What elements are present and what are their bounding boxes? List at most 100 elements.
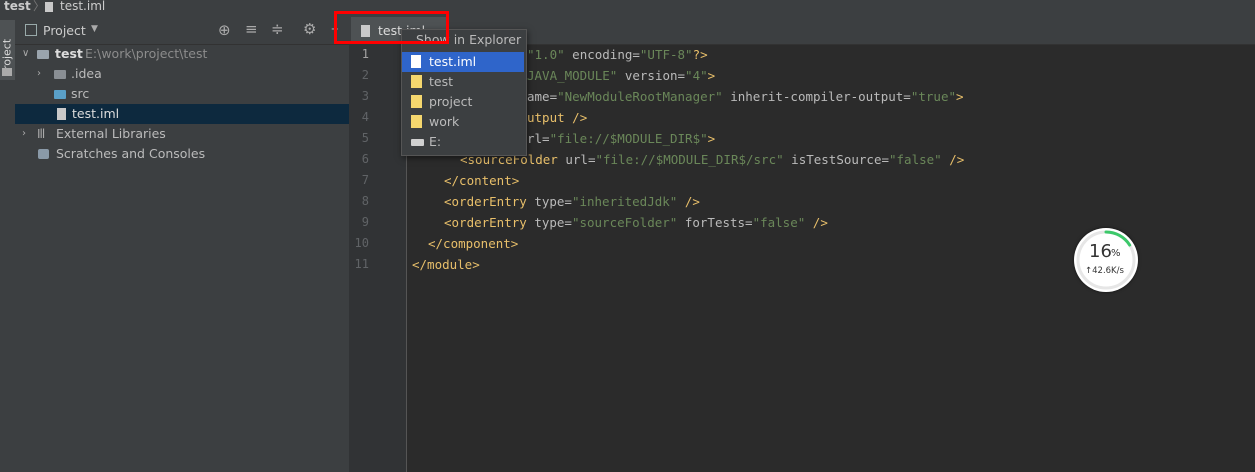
tree-row-scratches[interactable]: Scratches and Consoles (15, 144, 349, 164)
usage-percent: 16 (1089, 241, 1112, 262)
chevron-right-icon[interactable]: › (22, 124, 26, 144)
code-token: "true" (910, 89, 956, 104)
breadcrumb-separator: 〉 (33, 0, 46, 13)
folder-icon (54, 70, 66, 79)
upload-speed: ↑42.6K/s (1085, 266, 1124, 276)
line-number: 2 (361, 68, 369, 82)
line-number: 7 (361, 173, 369, 187)
scratches-icon (38, 149, 49, 159)
folder-icon (411, 95, 422, 108)
code-token: version= (617, 68, 686, 83)
tree-item-label: test (55, 46, 83, 61)
code-token: rl= (527, 131, 550, 146)
popup-item-label: E: (429, 134, 442, 149)
code-token: > (956, 89, 964, 104)
tree-item-path: E:\work\project\test (85, 46, 208, 61)
code-token: "UTF-8" (639, 47, 693, 62)
popup-item-test[interactable]: test (402, 72, 524, 92)
line-number: 9 (361, 215, 369, 229)
line-number: 3 (361, 89, 369, 103)
breadcrumb-file[interactable]: test.iml (60, 0, 105, 13)
code-line-9[interactable]: <orderEntry type="sourceFolder" forTests… (444, 212, 828, 233)
popup-item-label: test (429, 74, 454, 89)
code-token: <orderEntry (444, 194, 527, 209)
code-line-7[interactable]: </content> (444, 170, 519, 191)
code-token: "4" (685, 68, 708, 83)
popup-item-project[interactable]: project (402, 92, 524, 112)
locate-icon[interactable]: ⊕ (218, 21, 231, 39)
line-number: 1 (361, 47, 369, 61)
code-token: /> (564, 110, 588, 125)
code-line-1[interactable]: "1.0" encoding="UTF-8"?> (527, 44, 708, 65)
code-token: url= (557, 152, 596, 167)
code-token: "inheritedJdk" (571, 194, 678, 209)
code-line-4[interactable]: utput /> (527, 107, 587, 128)
popup-item-drive-e[interactable]: E: (402, 132, 524, 152)
code-line-8[interactable]: <orderEntry type="inheritedJdk" /> (444, 191, 700, 212)
code-line-3[interactable]: ame="NewModuleRootManager" inherit-compi… (527, 86, 964, 107)
tree-row-src[interactable]: src (15, 84, 349, 104)
popup-item-label: work (429, 114, 460, 129)
code-token: isTestSource= (783, 152, 889, 167)
percent-sign: % (1111, 248, 1121, 259)
tool-window-stripe: Project (0, 16, 16, 472)
tree-item-label: test.iml (72, 106, 120, 121)
line-number: 5 (361, 131, 369, 145)
iml-file-icon (57, 108, 66, 120)
tree-row-test-iml[interactable]: test.iml (15, 104, 349, 124)
libraries-icon: Ill (37, 127, 45, 141)
code-token: <orderEntry (444, 215, 527, 230)
tree-item-label: .idea (71, 66, 102, 81)
code-token: "false" (889, 152, 942, 167)
project-panel-title[interactable]: Project (43, 23, 86, 38)
breadcrumb-project[interactable]: test (4, 0, 31, 13)
tree-item-label: Scratches and Consoles (56, 146, 206, 161)
popup-item-work[interactable]: work (402, 112, 524, 132)
code-token: "false" (752, 215, 806, 230)
code-line-10[interactable]: </component> (428, 233, 518, 254)
tree-row-test-module[interactable]: ∨ test E:\work\project\test (15, 44, 349, 64)
line-number: 10 (354, 236, 369, 250)
network-speed-widget[interactable]: 16 % ↑42.6K/s (1074, 228, 1138, 292)
module-folder-icon (37, 50, 49, 59)
project-panel-header: Project ▼ ⊕ ≡ ≑ ⚙ – (15, 16, 349, 45)
popup-item-label: project (429, 94, 473, 109)
project-view-icon (25, 24, 37, 36)
highlight-annotation-box (334, 11, 449, 44)
popup-item-test-iml[interactable]: test.iml (402, 52, 524, 72)
code-token: > (707, 68, 716, 83)
code-token: "file://$MODULE_DIR$/src" (595, 152, 784, 167)
folder-icon (411, 115, 422, 128)
code-line-2[interactable]: JAVA_MODULE" version="4"> (527, 65, 715, 86)
code-token: ?> (692, 47, 708, 62)
source-folder-icon (54, 90, 66, 99)
popup-item-label: test.iml (429, 54, 477, 69)
code-token: /> (941, 152, 965, 167)
code-token: > (707, 131, 716, 146)
code-token: "1.0" (527, 47, 565, 62)
tree-item-label: External Libraries (56, 126, 166, 141)
code-line-5[interactable]: rl="file://$MODULE_DIR$"> (527, 128, 715, 149)
code-token: JAVA_MODULE" (527, 68, 618, 83)
breadcrumb: test 〉 test.iml (0, 0, 1255, 16)
collapse-all-icon[interactable]: ≑ (271, 20, 284, 38)
code-token: "file://$MODULE_DIR$" (549, 131, 708, 146)
chevron-down-icon[interactable]: ∨ (22, 44, 29, 64)
line-number: 6 (361, 152, 369, 166)
tree-item-label: src (71, 86, 90, 101)
line-number: 4 (361, 110, 369, 124)
gear-icon[interactable]: ⚙ (303, 20, 316, 38)
code-token: /> (805, 215, 828, 230)
code-token: encoding= (564, 47, 640, 62)
code-line-6[interactable]: <sourceFolder url="file://$MODULE_DIR$/s… (460, 149, 964, 170)
expand-all-icon[interactable]: ≡ (245, 20, 258, 38)
tree-row-external-libraries[interactable]: › Ill External Libraries (15, 124, 349, 144)
code-token: type= (526, 194, 572, 209)
code-line-11[interactable]: </module> (412, 254, 480, 275)
chevron-right-icon[interactable]: › (37, 64, 41, 84)
drive-icon (411, 139, 424, 146)
tree-row-idea[interactable]: › .idea (15, 64, 349, 84)
iml-file-icon (45, 2, 53, 12)
code-token: inherit-compiler-output= (722, 89, 911, 104)
chevron-down-icon[interactable]: ▼ (91, 24, 98, 34)
